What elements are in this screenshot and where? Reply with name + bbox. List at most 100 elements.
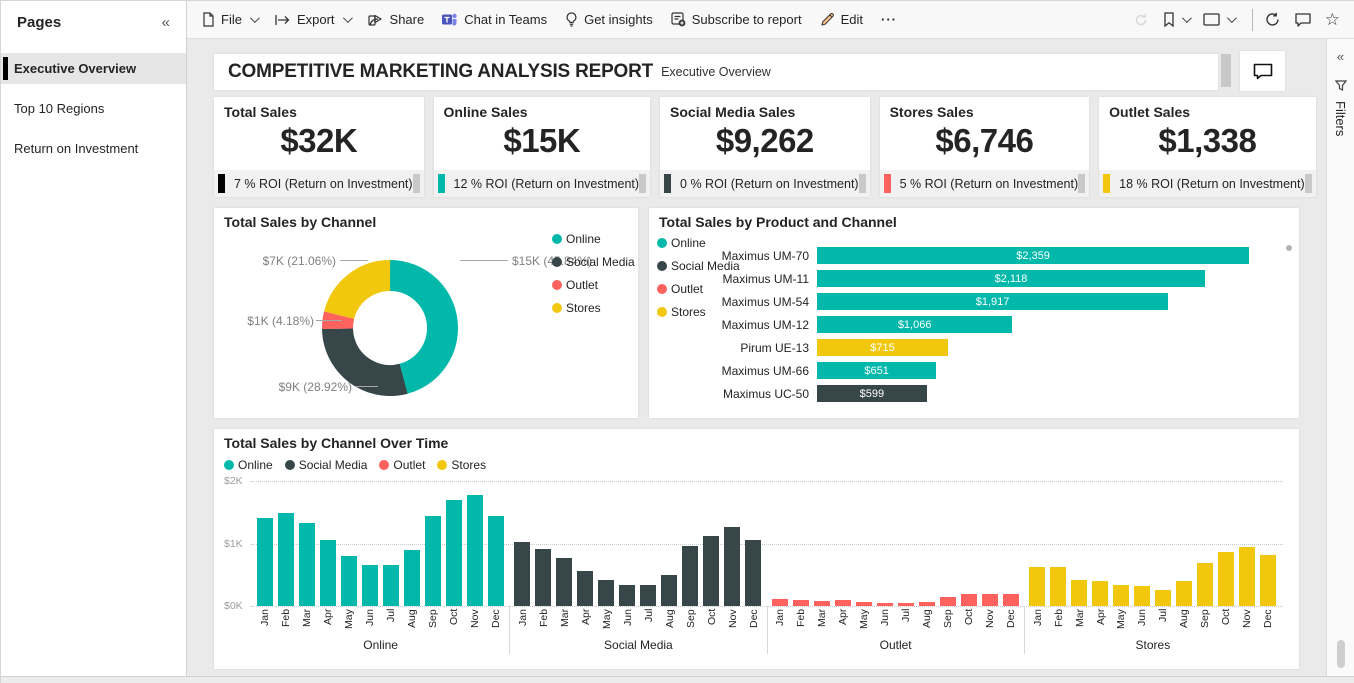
- kpi-card-total-sales[interactable]: Total Sales$32K7 % ROI (Return on Invest…: [214, 97, 424, 197]
- column-online-nov[interactable]: [467, 495, 483, 606]
- kpi-card-online-sales[interactable]: Online Sales$15K12 % ROI (Return on Inve…: [434, 97, 651, 197]
- legend-item-stores[interactable]: Stores: [437, 458, 486, 472]
- bar-maximus-um-66[interactable]: $651: [817, 362, 936, 379]
- column-online-jun[interactable]: [362, 565, 378, 606]
- column-stores-dec[interactable]: [1260, 555, 1276, 606]
- favorite-button[interactable]: ☆: [1325, 11, 1340, 28]
- column-stores-mar[interactable]: [1071, 580, 1087, 606]
- more-options-button[interactable]: ···: [881, 12, 897, 27]
- column-online-mar[interactable]: [299, 523, 315, 606]
- get-insights-button[interactable]: Get insights: [565, 12, 653, 27]
- column-online-apr[interactable]: [320, 540, 336, 606]
- column-social-media-aug[interactable]: [661, 575, 677, 606]
- comments-button[interactable]: [1295, 13, 1311, 27]
- column-stores-nov[interactable]: [1239, 547, 1255, 606]
- export-menu-button[interactable]: Export: [275, 12, 350, 27]
- time-series-chart-card[interactable]: Total Sales by Channel Over Time OnlineS…: [214, 429, 1299, 669]
- column-stores-feb[interactable]: [1050, 567, 1066, 606]
- donut-chart-card[interactable]: Total Sales by Channel $15K (45.84%)$9K …: [214, 208, 638, 418]
- bar-row-maximus-uc-50[interactable]: Maximus UC-50$599: [649, 385, 1275, 402]
- subscribe-to-report-button[interactable]: Subscribe to report: [671, 12, 802, 27]
- donut-chart[interactable]: [322, 260, 458, 396]
- kpi-strip-scrollbar[interactable]: [1305, 174, 1312, 193]
- filters-label[interactable]: Filters: [1333, 101, 1348, 136]
- titlebar-scrollbar[interactable]: [1221, 54, 1231, 87]
- product-bar-chart-card[interactable]: Total Sales by Product and Channel Onlin…: [649, 208, 1299, 418]
- column-social-media-oct[interactable]: [703, 536, 719, 606]
- kpi-card-stores-sales[interactable]: Stores Sales$6,7465 % ROI (Return on Inv…: [880, 97, 1090, 197]
- column-stores-jul[interactable]: [1155, 590, 1171, 606]
- bar-maximus-um-54[interactable]: $1,917: [817, 293, 1168, 310]
- column-online-dec[interactable]: [488, 516, 504, 606]
- kpi-strip-scrollbar[interactable]: [639, 174, 646, 193]
- column-stores-may[interactable]: [1113, 585, 1129, 606]
- sidebar-item-executive-overview[interactable]: Executive Overview: [1, 53, 186, 84]
- legend-item-social-media[interactable]: Social Media: [285, 458, 368, 472]
- bar-maximus-um-11[interactable]: $2,118: [817, 270, 1205, 287]
- bookmarks-button[interactable]: [1163, 12, 1189, 27]
- kpi-strip-scrollbar[interactable]: [859, 174, 866, 193]
- column-online-aug[interactable]: [404, 550, 420, 606]
- column-social-media-apr[interactable]: [577, 571, 593, 606]
- rail-scrollbar-thumb[interactable]: [1337, 640, 1345, 668]
- kpi-card-social-media-sales[interactable]: Social Media Sales$9,2620 % ROI (Return …: [660, 97, 870, 197]
- column-stores-apr[interactable]: [1092, 581, 1108, 606]
- filter-funnel-icon[interactable]: [1335, 80, 1347, 91]
- column-stores-oct[interactable]: [1218, 552, 1234, 606]
- column-stores-aug[interactable]: [1176, 581, 1192, 606]
- column-outlet-nov[interactable]: [982, 594, 998, 607]
- refresh-button[interactable]: [1265, 12, 1281, 27]
- column-outlet-sep[interactable]: [940, 597, 956, 606]
- sidebar-item-return-on-investment[interactable]: Return on Investment: [1, 133, 186, 164]
- bar-row-pirum-ue-13[interactable]: Pirum UE-13$715: [649, 339, 1275, 356]
- share-button[interactable]: Share: [368, 12, 425, 27]
- bar-row-maximus-um-12[interactable]: Maximus UM-12$1,066: [649, 316, 1275, 333]
- column-stores-sep[interactable]: [1197, 563, 1213, 606]
- legend-item-outlet[interactable]: Outlet: [379, 458, 425, 472]
- legend-item-online[interactable]: Online: [224, 458, 273, 472]
- chat-in-teams-button[interactable]: Chat in Teams: [442, 12, 547, 27]
- column-online-feb[interactable]: [278, 513, 294, 606]
- column-social-media-jul[interactable]: [640, 585, 656, 606]
- legend-item-stores[interactable]: Stores: [552, 301, 635, 315]
- view-menu-button[interactable]: [1203, 13, 1234, 26]
- bar-maximus-uc-50[interactable]: $599: [817, 385, 927, 402]
- column-online-may[interactable]: [341, 556, 357, 606]
- column-social-media-nov[interactable]: [724, 527, 740, 606]
- column-outlet-dec[interactable]: [1003, 594, 1019, 606]
- chart-scrollbar-thumb[interactable]: [1286, 245, 1292, 251]
- kpi-strip-scrollbar[interactable]: [1078, 174, 1085, 193]
- add-comment-button[interactable]: [1240, 51, 1285, 91]
- column-outlet-oct[interactable]: [961, 594, 977, 607]
- column-social-media-jan[interactable]: [514, 542, 530, 606]
- column-outlet-jan[interactable]: [772, 599, 788, 606]
- bar-maximus-um-12[interactable]: $1,066: [817, 316, 1012, 333]
- file-menu-button[interactable]: File: [201, 12, 257, 27]
- column-online-oct[interactable]: [446, 500, 462, 606]
- column-online-jul[interactable]: [383, 565, 399, 606]
- kpi-card-outlet-sales[interactable]: Outlet Sales$1,33818 % ROI (Return on In…: [1099, 97, 1316, 197]
- column-stores-jun[interactable]: [1134, 586, 1150, 606]
- column-social-media-feb[interactable]: [535, 549, 551, 607]
- collapse-pages-icon[interactable]: «: [162, 14, 170, 31]
- expand-filters-icon[interactable]: «: [1337, 49, 1344, 64]
- sidebar-item-top-10-regions[interactable]: Top 10 Regions: [1, 93, 186, 124]
- column-online-jan[interactable]: [257, 518, 273, 606]
- column-social-media-sep[interactable]: [682, 546, 698, 606]
- edit-button[interactable]: Edit: [820, 12, 863, 27]
- bar-row-maximus-um-54[interactable]: Maximus UM-54$1,917: [649, 293, 1275, 310]
- column-online-sep[interactable]: [425, 516, 441, 606]
- legend-item-online[interactable]: Online: [552, 232, 635, 246]
- column-social-media-may[interactable]: [598, 580, 614, 606]
- legend-item-social-media[interactable]: Social Media: [552, 255, 635, 269]
- column-stores-jan[interactable]: [1029, 567, 1045, 606]
- bar-row-maximus-um-66[interactable]: Maximus UM-66$651: [649, 362, 1275, 379]
- kpi-strip-scrollbar[interactable]: [413, 174, 420, 193]
- bar-pirum-ue-13[interactable]: $715: [817, 339, 948, 356]
- bar-row-maximus-um-70[interactable]: Maximus UM-70$2,359: [649, 247, 1275, 264]
- column-social-media-jun[interactable]: [619, 585, 635, 606]
- column-social-media-mar[interactable]: [556, 558, 572, 606]
- bar-row-maximus-um-11[interactable]: Maximus UM-11$2,118: [649, 270, 1275, 287]
- bar-maximus-um-70[interactable]: $2,359: [817, 247, 1249, 264]
- column-social-media-dec[interactable]: [745, 540, 761, 606]
